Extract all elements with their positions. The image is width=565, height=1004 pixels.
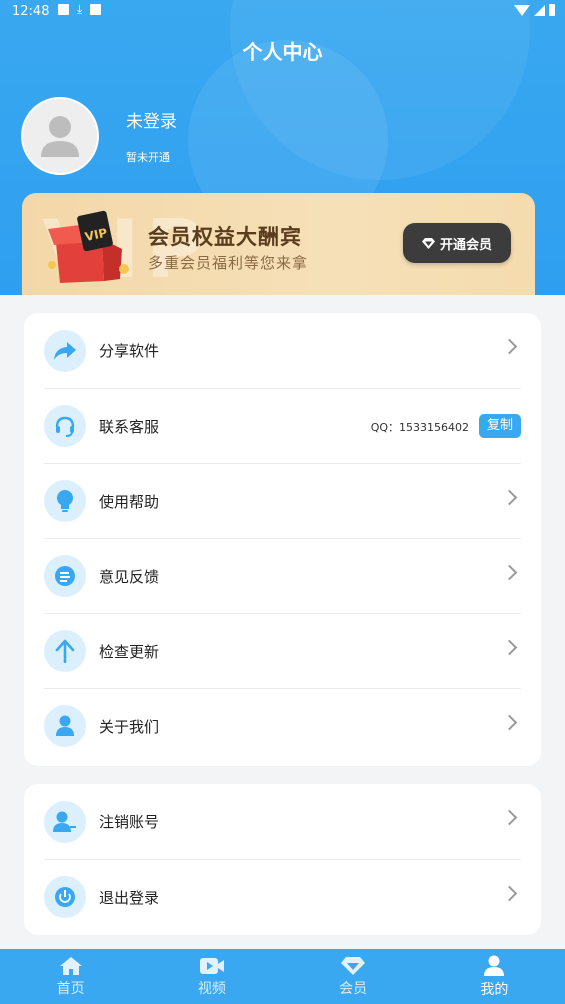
- menu-item-feedback[interactable]: 意见反馈: [44, 538, 521, 613]
- menu-item-logout[interactable]: 退出登录: [44, 859, 521, 934]
- menu-item-support[interactable]: 联系客服 QQ：1533156402 复制: [44, 388, 521, 463]
- menu-card: 分享软件 联系客服 QQ：1533156402 复制 使用帮助 意见反馈 检查更…: [24, 313, 541, 766]
- support-qq: QQ：1533156402: [370, 421, 469, 434]
- chevron-right-icon: [501, 564, 518, 581]
- chevron-right-icon: [501, 338, 518, 355]
- status-time: 12:48: [12, 4, 50, 19]
- menu-item-deregister[interactable]: 注销账号: [44, 784, 521, 859]
- headset-icon: [44, 405, 86, 447]
- chevron-right-icon: [501, 885, 518, 902]
- menu-item-help[interactable]: 使用帮助: [44, 463, 521, 538]
- wifi-icon: [514, 4, 530, 16]
- download-icon: ⤓: [77, 2, 83, 16]
- notification-square-icon: [90, 4, 102, 15]
- signal-icon: [534, 4, 545, 16]
- tab-label: 首页: [56, 980, 85, 997]
- user-icon: [44, 705, 86, 747]
- member-status: 暂未开通: [126, 151, 170, 164]
- menu-label: 退出登录: [99, 888, 160, 907]
- menu-label: 关于我们: [99, 717, 160, 736]
- avatar[interactable]: [21, 97, 99, 175]
- open-vip-button[interactable]: 开通会员: [403, 223, 511, 263]
- menu-label: 联系客服: [99, 417, 160, 436]
- diamond-icon: [421, 237, 435, 249]
- menu-label: 意见反馈: [99, 567, 160, 586]
- tab-label: 我的: [480, 981, 509, 998]
- tab-label: 视频: [197, 980, 226, 997]
- tab-home[interactable]: 首页: [0, 949, 141, 1004]
- home-icon: [59, 956, 82, 975]
- copy-button[interactable]: 复制: [479, 414, 521, 438]
- chevron-right-icon: [501, 639, 518, 656]
- menu-label: 检查更新: [99, 642, 160, 661]
- power-icon: [44, 876, 86, 918]
- chevron-right-icon: [501, 809, 518, 826]
- feedback-icon: [44, 555, 86, 597]
- chevron-right-icon: [501, 714, 518, 731]
- username[interactable]: 未登录: [126, 107, 177, 132]
- account-card: 注销账号 退出登录: [24, 784, 541, 935]
- share-icon: [44, 329, 86, 372]
- page-title: 个人中心: [242, 40, 323, 64]
- diamond-icon: [341, 956, 366, 975]
- menu-item-update[interactable]: 检查更新: [44, 613, 521, 688]
- battery-icon: [549, 4, 555, 16]
- arrow-up-icon: [44, 630, 86, 672]
- tab-vip[interactable]: 会员: [283, 949, 424, 1004]
- tab-mine[interactable]: 我的: [424, 949, 565, 1004]
- vip-title: 会员权益大酬宾: [148, 225, 302, 249]
- bottom-tab-bar: 首页 视频 会员 我的: [0, 949, 565, 1004]
- vip-subtitle: 多重会员福利等您来拿: [148, 254, 309, 272]
- notification-a-icon: [58, 4, 69, 15]
- vip-banner[interactable]: VIP VIP 会员权益大酬宾 多重会员福利等您来拿 开通会员: [22, 193, 535, 295]
- open-vip-label: 开通会员: [439, 237, 492, 253]
- lightbulb-icon: [44, 480, 86, 522]
- profile-header: 12:48 ⤓ 个人中心 未登录 暂未开通 VIP VIP 会员权益大酬宾 多重…: [0, 0, 565, 295]
- menu-label: 使用帮助: [99, 492, 160, 511]
- menu-item-share[interactable]: 分享软件: [44, 313, 521, 388]
- menu-item-about[interactable]: 关于我们: [44, 688, 521, 763]
- tab-label: 会员: [339, 980, 368, 997]
- user-silhouette-icon: [41, 116, 79, 157]
- video-icon: [199, 957, 224, 974]
- status-bar: 12:48 ⤓: [0, 0, 565, 24]
- menu-label: 注销账号: [99, 813, 160, 831]
- chevron-right-icon: [501, 489, 518, 506]
- user-icon: [484, 955, 505, 976]
- tab-video[interactable]: 视频: [141, 949, 282, 1004]
- vip-gift-icon: VIP: [48, 210, 129, 283]
- user-remove-icon: [44, 800, 86, 843]
- menu-label: 分享软件: [99, 342, 160, 360]
